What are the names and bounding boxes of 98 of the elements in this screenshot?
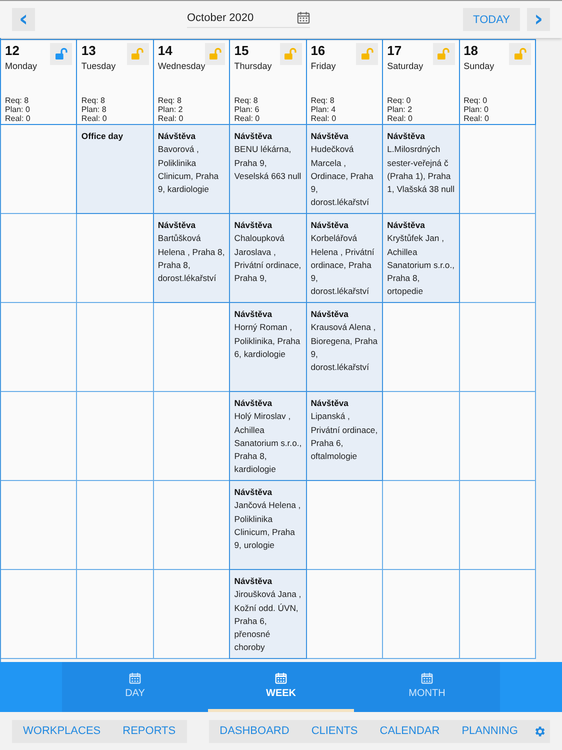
visit-event[interactable]: Návštěva Chaloupková Jaroslava , Privátní ordinace, Praha 9, (229, 213, 307, 303)
required-count: Req: 0 (464, 96, 488, 105)
lock-button[interactable] (280, 43, 302, 65)
calendar-cell[interactable] (383, 303, 460, 392)
visit-event[interactable]: Návštěva Holý Miroslav , Achillea Sanatorium s.r.o., Praha 8, kardiologie (229, 391, 307, 481)
lock-button[interactable] (356, 43, 378, 65)
calendar-cell[interactable] (1, 570, 78, 659)
calendar-cell[interactable] (1, 481, 78, 570)
calendar-cell[interactable] (383, 392, 460, 481)
calendar-cell[interactable] (77, 392, 154, 481)
calendar-icon (421, 672, 433, 684)
day-number: 12 (5, 43, 20, 58)
planned-count: Plan: 8 (81, 105, 108, 114)
calendar-cell[interactable] (460, 125, 536, 214)
settings-icon (532, 724, 546, 738)
calendar-cell[interactable] (1, 303, 78, 392)
calendar-cell[interactable] (460, 392, 536, 481)
day-header[interactable]: 13 Tuesday Req: 8 Plan: 8 Real: 0 (76, 39, 154, 125)
lock-button[interactable] (50, 43, 72, 65)
day-header[interactable]: 14 Wednesday Req: 8 Plan: 2 Real: 0 (152, 39, 230, 125)
day-number: 13 (81, 43, 97, 58)
weekday-label: Monday (5, 61, 38, 71)
calendar-cell[interactable] (460, 481, 536, 570)
day-header[interactable]: 12 Monday Req: 8 Plan: 0 Real: 0 (0, 39, 78, 125)
real-count: Real: 0 (234, 114, 261, 123)
visit-event[interactable]: Návštěva Bavorová , Poliklinika Clinicum, Praha 9, kardiologie (152, 124, 230, 214)
lock-button[interactable] (509, 43, 531, 65)
calendar-cell[interactable] (154, 303, 230, 392)
planned-count: Plan: 2 (158, 105, 184, 114)
calendar-cell[interactable] (383, 570, 460, 659)
planned-count: Plan: 0 (5, 105, 31, 114)
visit-event[interactable]: Návštěva L.Milosrdných sester-veřejná č (Praha 1), Praha 1, Vlašská 38 null (382, 124, 460, 214)
visit-event[interactable]: Návštěva BENU lékárna, Praha 9, Veselská 663 null (229, 124, 307, 214)
visit-event[interactable]: Návštěva Hudečková Marcela , Ordinace, Praha 9, dorost.lékařství (306, 124, 384, 214)
required-count: Req: 8 (5, 96, 30, 105)
visit-event[interactable]: Návštěva Krausová Alena , Bioregena, Praha 9, dorost.lékařství (306, 302, 384, 392)
calendar-cell[interactable] (77, 214, 154, 303)
calendar-cell[interactable] (154, 392, 230, 481)
day-number: 18 (464, 43, 480, 58)
calendar-cell[interactable] (460, 303, 536, 392)
calendar-icon (275, 672, 287, 684)
calendar-cell[interactable] (306, 570, 384, 659)
real-count: Real: 0 (158, 114, 184, 123)
weekday-label: Saturday (387, 61, 424, 71)
required-count: Req: 8 (310, 96, 336, 105)
required-count: Req: 0 (387, 96, 412, 105)
calendar-icon (129, 672, 141, 684)
visit-event[interactable]: Návštěva Lipanská , Privátní ordinace, Praha 6, oftalmologie (306, 391, 384, 481)
real-count: Real: 0 (81, 114, 108, 123)
calendar-cell[interactable] (383, 481, 460, 570)
weekday-label: Sunday (464, 61, 494, 71)
month-picker[interactable]: October 2020 (187, 11, 310, 28)
planned-count: Plan: 2 (387, 105, 414, 114)
required-count: Req: 8 (81, 96, 106, 105)
day-number: 17 (387, 43, 403, 58)
real-count: Real: 0 (5, 114, 32, 123)
weekday-label: Thursday (234, 61, 272, 71)
settings-button[interactable] (528, 720, 550, 742)
weekday-label: Tuesday (81, 61, 116, 71)
calendar-cell[interactable] (154, 570, 230, 659)
real-count: Real: 0 (464, 114, 490, 123)
lock-button[interactable] (126, 43, 149, 65)
day-header[interactable]: 18 Sunday Req: 0 Plan: 0 Real: 0 (458, 39, 536, 125)
visit-event[interactable]: Návštěva Jiroušková Jana , Kožní odd. ÚVN, Praha 6, přenosné choroby (229, 569, 307, 659)
required-count: Req: 8 (234, 96, 259, 105)
calendar-cell[interactable] (306, 481, 384, 570)
visit-event[interactable]: Návštěva Kryštůfek Jan , Achillea Sanatorium s.r.o., Praha 8, ortopedie (382, 213, 460, 303)
visit-event[interactable]: Návštěva Jančová Helena , Poliklinika Clinicum, Praha 9, urologie (229, 480, 307, 570)
lock-button[interactable] (432, 43, 455, 65)
visit-event[interactable]: Office day (76, 124, 154, 214)
planned-count: Plan: 4 (310, 105, 337, 114)
calendar-cell[interactable] (1, 392, 78, 481)
calendar-cell[interactable] (77, 303, 154, 392)
weekday-label: Friday (310, 61, 336, 71)
calendar-cell[interactable] (154, 481, 230, 570)
real-count: Real: 0 (310, 114, 338, 123)
calendar-cell[interactable] (77, 481, 154, 570)
calendar-cell[interactable] (460, 214, 536, 303)
day-header[interactable]: 16 Friday Req: 8 Plan: 4 Real: 0 (306, 39, 384, 125)
real-count: Real: 0 (387, 114, 414, 123)
day-number: 14 (158, 43, 174, 58)
calendar-icon (297, 11, 310, 24)
lock-button[interactable] (205, 43, 226, 65)
day-header[interactable]: 17 Saturday Req: 0 Plan: 2 Real: 0 (382, 39, 460, 125)
calendar-cell[interactable] (1, 125, 78, 214)
calendar-cell[interactable] (77, 570, 154, 659)
day-number: 16 (310, 43, 326, 58)
calendar-cell[interactable] (1, 214, 78, 303)
weekday-label: Wednesday (158, 61, 206, 71)
planned-count: Plan: 6 (234, 105, 260, 114)
day-header[interactable]: 15 Thursday Req: 8 Plan: 6 Real: 0 (229, 39, 307, 125)
visit-event[interactable]: Návštěva Korbelářová Helena , Privátní ordinace, Praha 9, dorost.lékařství (306, 213, 384, 303)
required-count: Req: 8 (158, 96, 182, 105)
planned-count: Plan: 0 (464, 105, 490, 114)
visit-event[interactable]: Návštěva Bartůšková Helena , Praha 8, Praha 8, dorost.lékařství (152, 213, 230, 303)
day-number: 15 (234, 43, 250, 58)
visit-event[interactable]: Návštěva Horný Roman , Poliklinika, Praha 6, kardiologie (229, 302, 307, 392)
calendar-cell[interactable] (460, 570, 536, 659)
